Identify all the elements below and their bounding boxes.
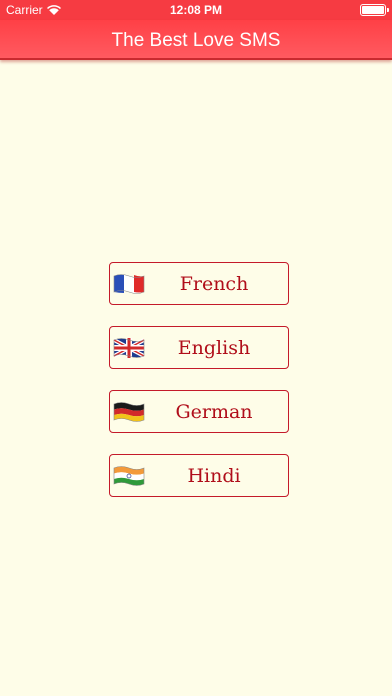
language-list: French English German Hindi bbox=[109, 262, 289, 518]
page-title: The Best Love SMS bbox=[111, 30, 281, 51]
status-time: 12:08 PM bbox=[169, 3, 223, 17]
status-bar: Carrier 12:08 PM bbox=[0, 0, 392, 20]
india-flag-icon bbox=[113, 466, 145, 486]
english-button[interactable]: English bbox=[109, 326, 289, 369]
french-button[interactable]: French bbox=[109, 262, 289, 305]
france-flag-icon bbox=[113, 274, 145, 294]
battery-icon bbox=[360, 4, 389, 16]
germany-flag-icon bbox=[113, 402, 145, 422]
navigation-bar: The Best Love SMS bbox=[0, 20, 392, 60]
hindi-button[interactable]: Hindi bbox=[109, 454, 289, 497]
german-button[interactable]: German bbox=[109, 390, 289, 433]
uk-flag-icon bbox=[113, 338, 145, 358]
